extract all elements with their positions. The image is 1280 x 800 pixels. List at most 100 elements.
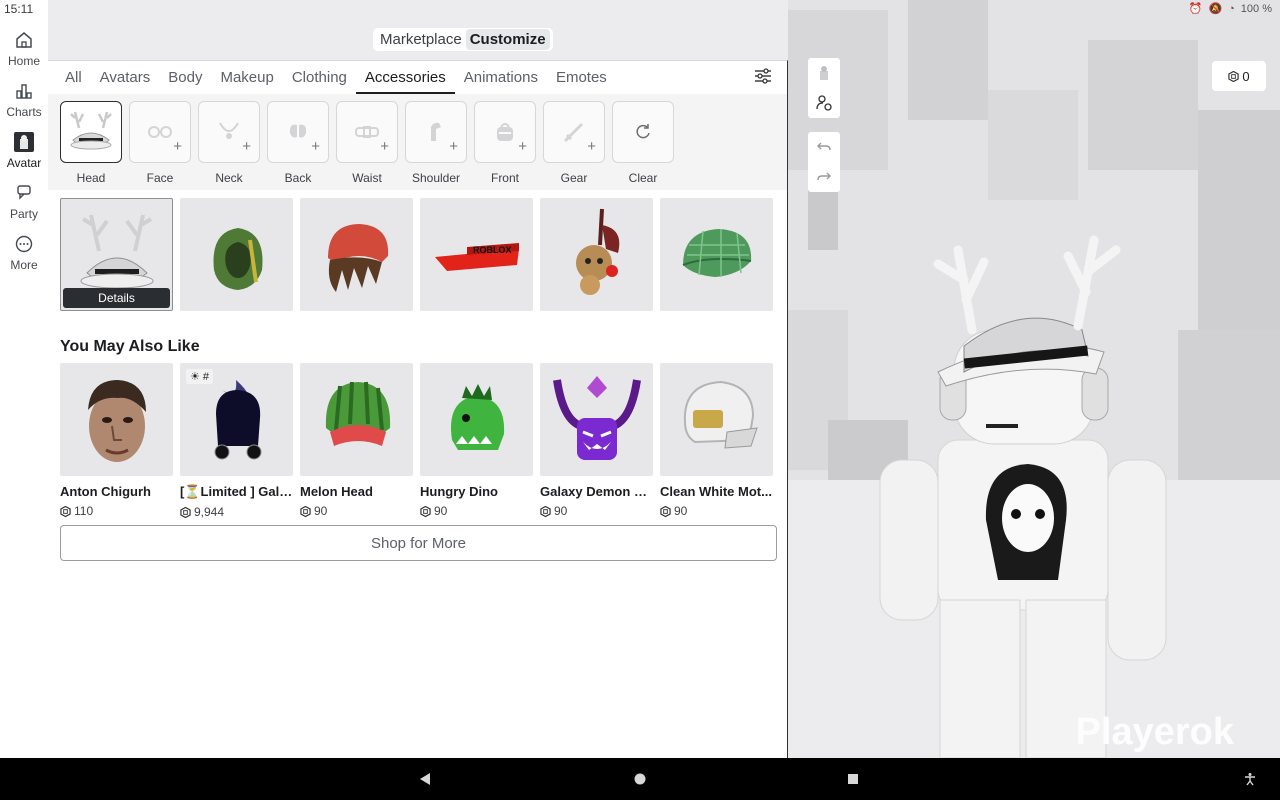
party-icon (14, 183, 34, 203)
tab-clothing[interactable]: Clothing (283, 67, 356, 94)
slot-label: Neck (215, 171, 243, 185)
avatar-thumb-icon (820, 66, 828, 80)
red-beanie-hair-thumb (327, 223, 388, 292)
tab-body[interactable]: Body (159, 67, 211, 94)
recommendation-thumb: ☀ # (180, 363, 293, 476)
slot-shoulder[interactable]: + Shoulder (405, 101, 467, 185)
history-toolbar (808, 132, 840, 192)
slot-label: Head (76, 171, 106, 185)
back-button[interactable] (416, 770, 434, 788)
nav-item-more[interactable]: More (0, 234, 48, 272)
item-tile[interactable]: ROBLOX (420, 198, 533, 311)
recommendation-thumb (660, 363, 773, 476)
recommendation-price: 9,944 (180, 505, 293, 519)
slot-waist[interactable]: + Waist (336, 101, 398, 185)
recommendation-card[interactable]: Melon Head 90 (300, 363, 413, 519)
slot-label: Clear (628, 171, 658, 185)
price-value: 110 (74, 504, 94, 518)
tab-accessories[interactable]: Accessories (355, 67, 455, 94)
tab-makeup[interactable]: Makeup (211, 67, 282, 94)
sword-icon (563, 123, 583, 143)
item-tile[interactable] (180, 198, 293, 311)
top-bar: Marketplace Customize (48, 0, 788, 60)
recommendation-card[interactable]: Hungry Dino 90 (420, 363, 533, 519)
tab-customize[interactable]: Customize (465, 29, 550, 50)
add-icon: + (311, 138, 320, 155)
nav-item-avatar[interactable]: Avatar (0, 132, 48, 170)
item-tile[interactable] (300, 198, 413, 311)
slot-label: Gear (560, 171, 588, 185)
recommendation-card[interactable]: Anton Chigurh 110 (60, 363, 173, 519)
recommendation-thumb (300, 363, 413, 476)
tab-marketplace[interactable]: Marketplace (376, 29, 466, 50)
recommendation-name: Melon Head (300, 484, 373, 499)
recommendation-thumb (420, 363, 533, 476)
item-tile[interactable]: Details (60, 198, 173, 311)
slot-back[interactable]: + Back (267, 101, 329, 185)
home-icon (14, 30, 34, 50)
item-tile[interactable] (540, 198, 653, 311)
details-button[interactable]: Details (63, 288, 170, 308)
shop-for-more-button[interactable]: Shop for More (60, 525, 777, 561)
clear-button[interactable]: Clear (612, 101, 674, 185)
status-icons: ⏰ 🔕 ◔ 100 % (1188, 2, 1272, 16)
nav-item-home[interactable]: Home (0, 30, 48, 68)
price-value: 90 (434, 504, 448, 518)
home-button[interactable] (631, 770, 649, 788)
sliders-icon (755, 68, 771, 84)
recommendation-price: 90 (660, 504, 773, 518)
back-triangle-icon (420, 773, 430, 785)
recommendation-name: Anton Chigurh (60, 484, 151, 499)
robux-icon (180, 506, 191, 518)
recommendations-list: Anton Chigurh 110 ☀ # [⏳Limited ] Gala..… (60, 363, 773, 519)
slot-label: Back (284, 171, 312, 185)
recommendation-name: [⏳Limited ] Gala... (180, 484, 293, 499)
owned-items-grid: Details ROBLOX (60, 198, 773, 311)
redo-button[interactable] (808, 162, 840, 192)
charts-icon (14, 81, 34, 101)
preview-toolbar (808, 58, 840, 118)
mute-icon: 🔕 (1208, 3, 1223, 15)
robux-icon (420, 505, 431, 517)
recommendation-card[interactable]: ☀ # [⏳Limited ] Gala... 9,944 (180, 363, 293, 519)
slot-neck[interactable]: + Neck (198, 101, 260, 185)
alarm-icon: ⏰ (1188, 3, 1203, 15)
more-icon (14, 234, 34, 254)
recommendation-card[interactable]: Clean White Mot... 90 (660, 363, 773, 519)
tab-all[interactable]: All (56, 67, 91, 94)
slot-front[interactable]: + Front (474, 101, 536, 185)
person-gear-icon (816, 95, 832, 111)
filter-button[interactable] (753, 67, 773, 85)
undo-button[interactable] (808, 132, 840, 162)
price-value: 90 (554, 504, 568, 518)
price-value: 90 (674, 504, 688, 518)
recommendation-price: 90 (420, 504, 533, 518)
slot-face[interactable]: + Face (129, 101, 191, 185)
recents-button[interactable] (844, 770, 862, 788)
avatar-thumbnail-button[interactable] (808, 58, 840, 88)
item-tile[interactable] (660, 198, 773, 311)
recommendation-card[interactable]: Galaxy Demon H... 90 (540, 363, 653, 519)
nav-label: Avatar (6, 156, 42, 170)
nav-item-charts[interactable]: Charts (0, 81, 48, 119)
refresh-icon (636, 124, 650, 139)
add-icon: + (587, 138, 596, 155)
add-icon: + (449, 138, 458, 155)
redo-icon (817, 172, 831, 181)
slot-label: Waist (352, 171, 382, 185)
slot-gear[interactable]: + Gear (543, 101, 605, 185)
accessibility-button[interactable] (1241, 770, 1259, 788)
avatar-settings-button[interactable] (808, 88, 840, 118)
tab-emotes[interactable]: Emotes (547, 67, 616, 94)
undo-icon (817, 142, 831, 151)
recommendation-thumb (540, 363, 653, 476)
nav-item-party[interactable]: Party (0, 183, 48, 221)
tab-animations[interactable]: Animations (455, 67, 547, 94)
bag-icon (497, 123, 513, 141)
add-icon: + (242, 138, 251, 155)
tab-avatars[interactable]: Avatars (91, 67, 160, 94)
robux-balance-value: 0 (1242, 68, 1250, 84)
robux-balance[interactable]: 0 (1212, 61, 1266, 91)
avatar-preview[interactable]: 0 Playerok (788, 0, 1280, 758)
slot-head[interactable]: Head (60, 101, 122, 185)
